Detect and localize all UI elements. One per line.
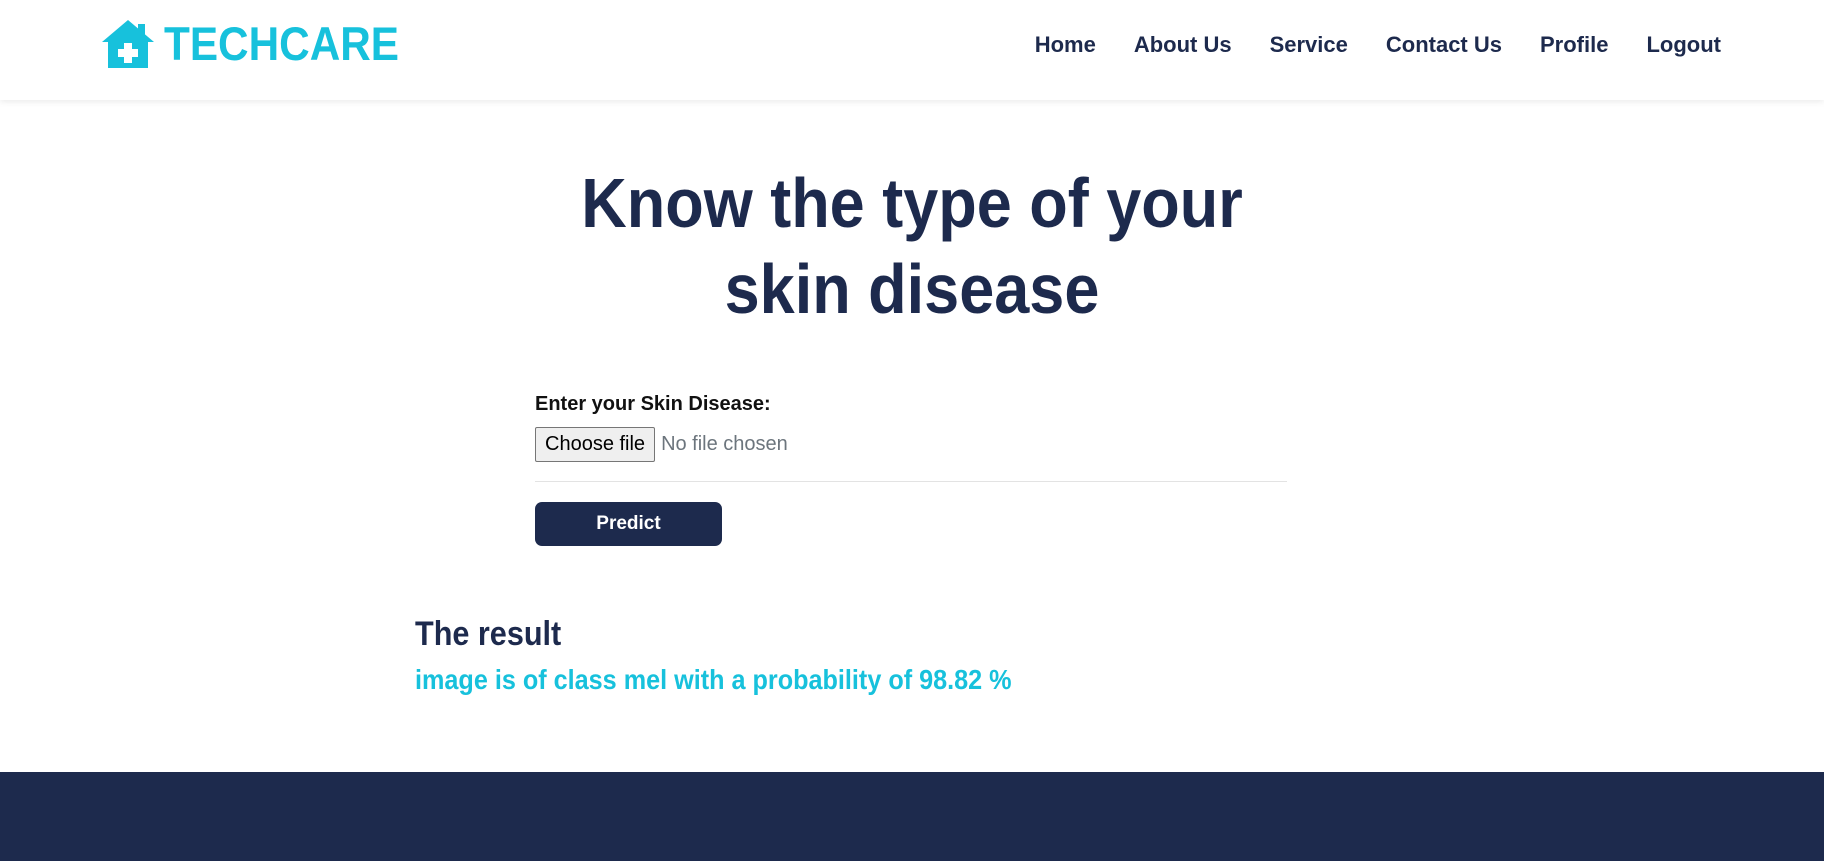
- nav-menu: Home About Us Service Contact Us Profile…: [997, 30, 1721, 60]
- nav-link-home[interactable]: Home: [1035, 30, 1096, 60]
- result-heading: The result: [415, 615, 562, 653]
- predict-button[interactable]: Predict: [535, 502, 722, 546]
- upload-form: Enter your Skin Disease: Choose file No …: [535, 390, 1287, 546]
- choose-file-button[interactable]: Choose file: [535, 427, 656, 462]
- file-input-label: Enter your Skin Disease:: [535, 393, 771, 415]
- brand-name: TECHCARE: [164, 17, 400, 70]
- result-text: image is of class mel with a probability…: [415, 664, 1012, 695]
- nav-link-contact-us[interactable]: Contact Us: [1386, 30, 1502, 60]
- nav-link-profile[interactable]: Profile: [1540, 30, 1608, 60]
- navbar: TECHCARE Home About Us Service Contact U…: [0, 0, 1824, 100]
- page-title: Know the type of your skin disease: [91, 160, 1733, 332]
- file-status-text: No file chosen: [661, 433, 788, 455]
- nav-link-about-us[interactable]: About Us: [1134, 30, 1232, 60]
- page-title-line-2: skin disease: [724, 250, 1100, 328]
- nav-link-service[interactable]: Service: [1270, 30, 1348, 60]
- form-divider: [535, 481, 1287, 482]
- file-input: Choose file No file chosen: [535, 427, 1287, 462]
- result-section: The result image is of class mel with a …: [415, 612, 1078, 700]
- brand-logo-link[interactable]: TECHCARE: [100, 16, 425, 72]
- nav-link-logout[interactable]: Logout: [1646, 30, 1721, 60]
- house-medical-icon: [100, 18, 156, 70]
- page-title-line-1: Know the type of your: [581, 164, 1243, 242]
- footer: [0, 772, 1824, 861]
